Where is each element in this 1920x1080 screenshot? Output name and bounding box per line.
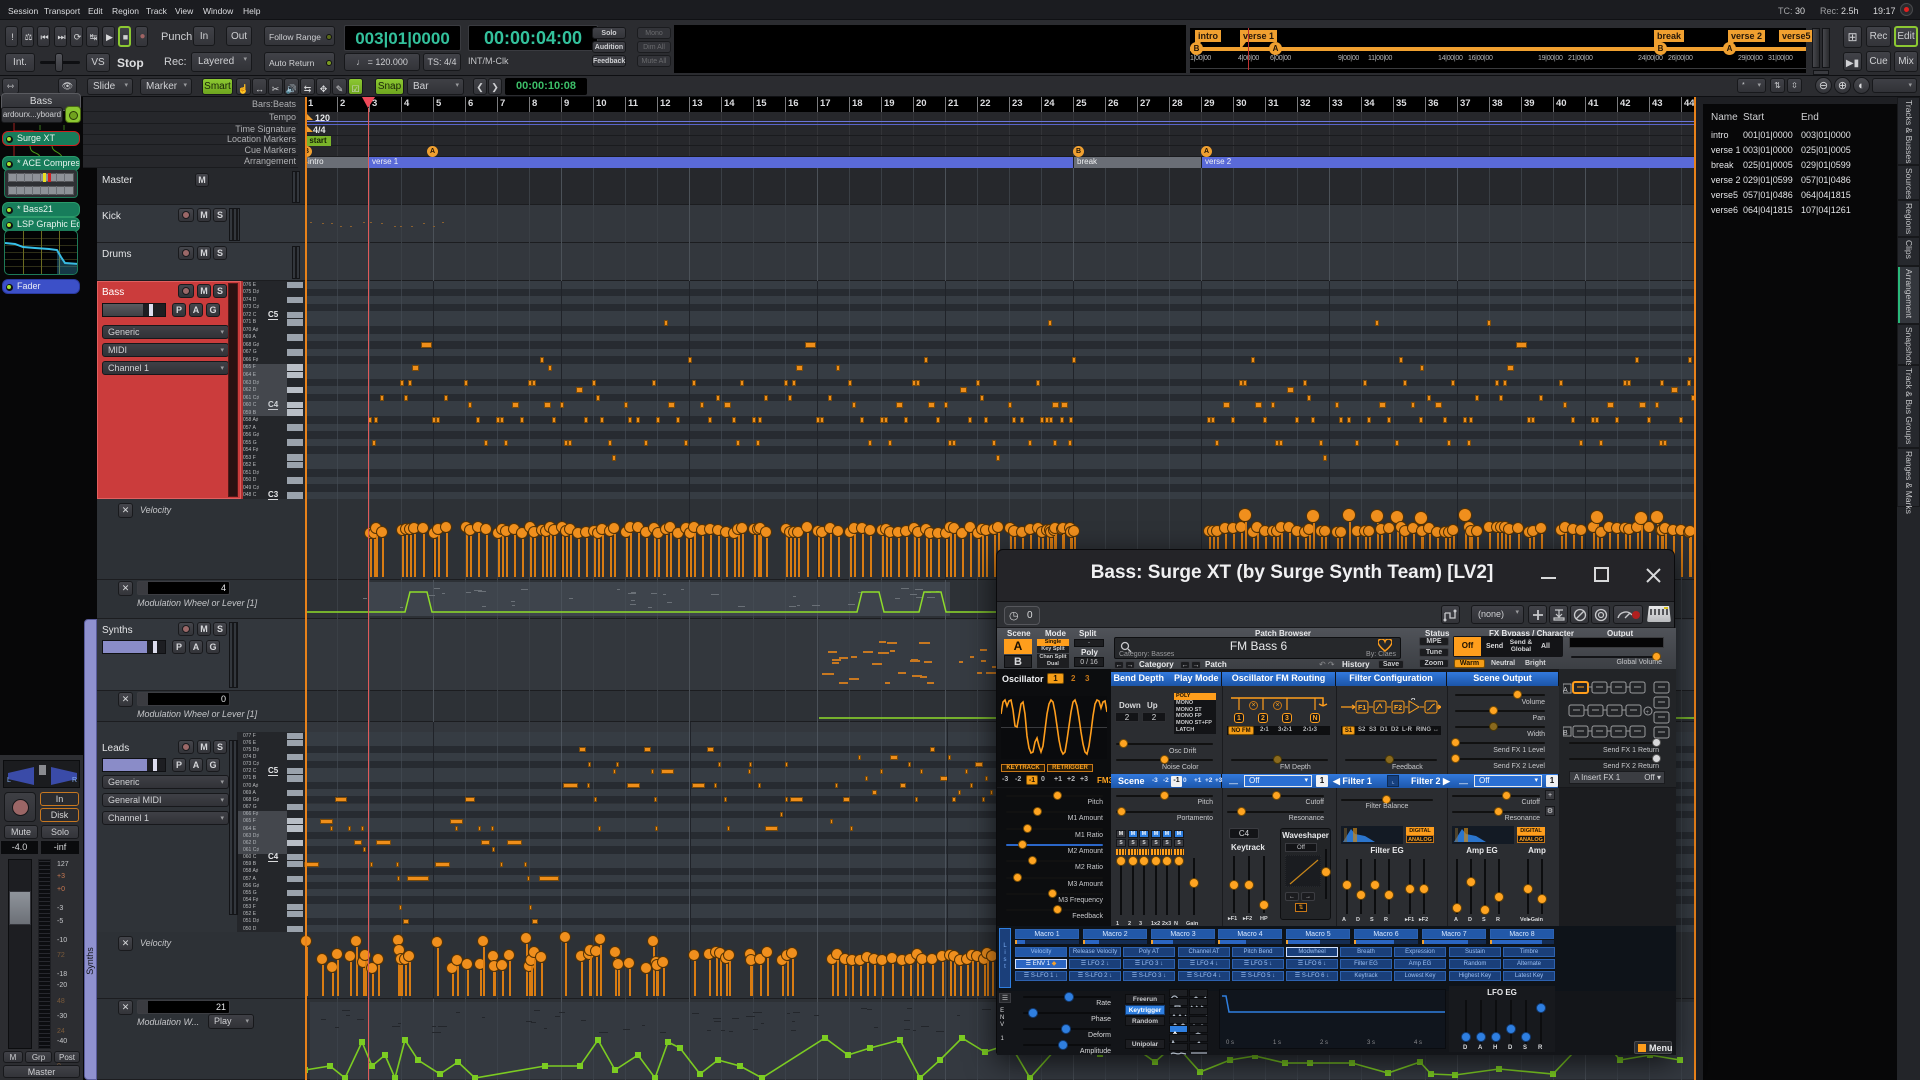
- svg-text:+: +: [1646, 710, 1650, 716]
- svg-text:F1: F1: [1358, 705, 1366, 712]
- svg-text:F2: F2: [1394, 705, 1402, 712]
- svg-text:A: A: [1411, 698, 1416, 702]
